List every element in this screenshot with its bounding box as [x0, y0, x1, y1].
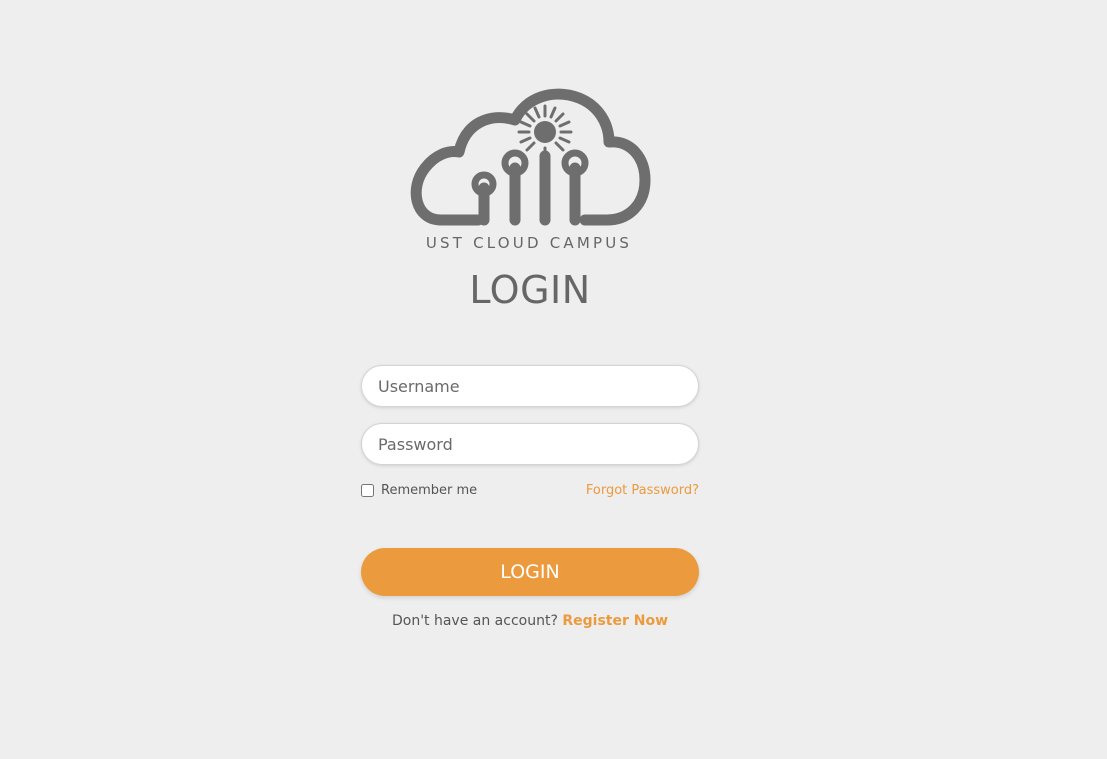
- page-title: LOGIN: [469, 268, 591, 312]
- login-button[interactable]: LOGIN: [361, 548, 699, 596]
- password-input[interactable]: [361, 423, 699, 465]
- register-prompt: Don't have an account? Register Now: [361, 613, 699, 629]
- cloud-circuit-icon: [410, 88, 651, 226]
- username-input[interactable]: [361, 365, 699, 407]
- remember-me-checkbox[interactable]: [361, 484, 374, 497]
- remember-me-label: Remember me: [381, 483, 478, 498]
- register-now-link[interactable]: Register Now: [562, 613, 668, 629]
- forgot-password-link[interactable]: Forgot Password?: [586, 483, 699, 498]
- logo-text: UST CLOUD CAMPUS: [425, 234, 633, 252]
- register-prompt-text: Don't have an account?: [391, 613, 558, 629]
- remember-me[interactable]: Remember me: [361, 483, 477, 498]
- login-page: UST CLOUD CAMPUS LOGIN Remember me Forgo…: [0, 0, 1107, 759]
- ust-cloud-campus-logo: UST CLOUD CAMPUS: [403, 84, 655, 252]
